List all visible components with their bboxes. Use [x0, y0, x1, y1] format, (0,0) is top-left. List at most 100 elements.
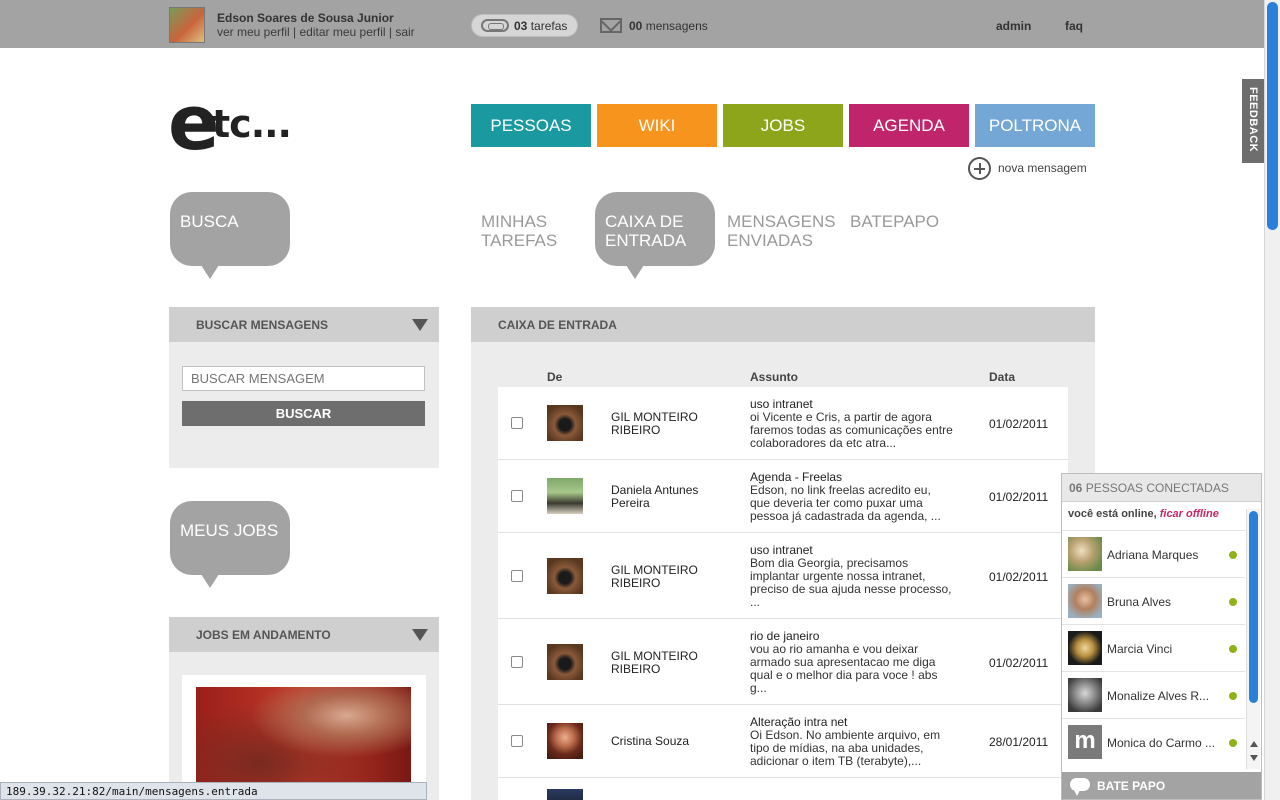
contact-name: Monica do Carmo ... — [1107, 736, 1216, 750]
preview-line: qual e o melhor dia para voce ! abs — [750, 668, 938, 682]
sender-avatar[interactable] — [547, 478, 583, 514]
sender-avatar[interactable] — [547, 405, 583, 441]
contact-item[interactable]: Bruna Alves — [1062, 577, 1245, 624]
contact-avatar — [1068, 584, 1102, 618]
table-row[interactable]: Daniela Antunes Pereira Agenda - Freelas… — [498, 460, 1068, 533]
tab-caixa-de-entrada-label: CAIXA DE ENTRADA — [605, 212, 686, 250]
message-list: GIL MONTEIRO RIBEIRO uso intranet oi Vic… — [498, 387, 1068, 800]
page-scrollbar[interactable] — [1264, 0, 1280, 800]
search-button[interactable]: BUSCAR — [182, 401, 425, 426]
chat-status: você está online, ficar offline — [1068, 508, 1219, 520]
search-panel-header[interactable]: BUSCAR MENSAGENS — [169, 307, 439, 342]
message-date: 28/01/2011 — [989, 735, 1049, 749]
messages-count: 00 — [629, 19, 643, 33]
nav-wiki[interactable]: WIKI — [597, 104, 717, 147]
faq-link[interactable]: faq — [1065, 19, 1083, 33]
tab-caixa-de-entrada[interactable]: CAIXA DE ENTRADA — [595, 192, 715, 279]
row-checkbox[interactable] — [511, 417, 523, 429]
sender-avatar[interactable] — [547, 723, 583, 759]
jobs-panel-header[interactable]: JOBS EM ANDAMENTO — [169, 617, 439, 652]
admin-link[interactable]: admin — [996, 19, 1031, 33]
row-checkbox[interactable] — [511, 570, 523, 582]
tab-batepapo[interactable]: BATEPAPO — [850, 212, 939, 231]
online-dot-icon — [1229, 692, 1237, 700]
link-sair[interactable]: sair — [395, 25, 414, 39]
contact-name: Bruna Alves — [1107, 595, 1172, 609]
collapse-triangle-icon[interactable] — [412, 629, 428, 641]
user-links: ver meu perfil | editar meu perfil | sai… — [217, 25, 415, 39]
message-subject[interactable]: Alteração intra net Oi Edson. No ambient… — [750, 716, 975, 768]
envelope-icon[interactable] — [600, 18, 622, 33]
collapse-triangle-icon[interactable] — [412, 319, 428, 331]
table-row[interactable]: GIL MONTEIRO RIBEIRO rio de janeiro vou … — [498, 619, 1068, 705]
page-scrollbar-thumb[interactable] — [1267, 2, 1278, 230]
user-name: Edson Soares de Sousa Junior — [217, 11, 394, 25]
contact-avatar — [1068, 678, 1102, 712]
scroll-down-arrow-icon[interactable] — [1250, 755, 1258, 761]
column-header-date[interactable]: Data — [989, 370, 1015, 384]
chat-scrollbar[interactable] — [1246, 509, 1260, 769]
link-ver-perfil[interactable]: ver meu perfil — [217, 25, 290, 39]
sender-avatar[interactable] — [547, 789, 583, 800]
search-input[interactable] — [182, 366, 425, 391]
online-dot-icon — [1229, 645, 1237, 653]
feedback-tab[interactable]: FEEDBACK — [1242, 79, 1264, 163]
messages-link[interactable]: 00 mensagens — [629, 19, 708, 33]
preview-line: ... — [750, 595, 761, 609]
message-date: 01/02/2011 — [989, 417, 1049, 431]
tab-minhas-tarefas[interactable]: MINHAS TAREFAS — [481, 212, 557, 250]
nav-poltrona[interactable]: POLTRONA — [975, 104, 1095, 147]
column-header-subject[interactable]: Assunto — [750, 370, 798, 384]
chat-header[interactable]: 06 PESSOAS CONECTADAS — [1062, 474, 1261, 502]
preview-line: pessoa já cadastrada da agenda, ... — [750, 509, 941, 523]
feedback-label: FEEDBACK — [1247, 87, 1259, 153]
tab-mensagens-enviadas[interactable]: MENSAGENS ENVIADAS — [727, 212, 836, 250]
row-checkbox[interactable] — [511, 490, 523, 502]
messages-label: mensagens — [645, 19, 708, 33]
nav-agenda[interactable]: AGENDA — [849, 104, 969, 147]
contact-item[interactable]: m Monica do Carmo ... — [1062, 718, 1245, 765]
sender-avatar[interactable] — [547, 558, 583, 594]
message-subject[interactable]: Agenda - Freelas Edson, no link freelas … — [750, 471, 975, 523]
contact-item[interactable]: Adriana Marques — [1062, 530, 1245, 577]
tab-caixa-line2: ENTRADA — [605, 231, 687, 250]
jobs-panel-title: JOBS EM ANDAMENTO — [196, 628, 331, 642]
message-subject[interactable]: rio de janeiro vou ao rio amanha e vou d… — [750, 630, 975, 695]
user-avatar[interactable] — [169, 7, 205, 43]
chat-scrollbar-thumb[interactable] — [1249, 511, 1258, 703]
sender-avatar[interactable] — [547, 644, 583, 680]
logo-e: e — [168, 78, 220, 167]
message-date: 01/02/2011 — [989, 656, 1049, 670]
row-checkbox[interactable] — [511, 656, 523, 668]
link-separator: | — [289, 25, 300, 39]
go-offline-link[interactable]: ficar offline — [1160, 508, 1219, 520]
contact-item[interactable]: Marcia Vinci — [1062, 624, 1245, 671]
tasks-button[interactable]: 03 tarefas — [471, 14, 578, 37]
message-date: 01/02/2011 — [989, 570, 1049, 584]
sender-name-line: RIBEIRO — [611, 662, 661, 676]
message-subject[interactable]: uso intranet oi Vicente e Cris, a partir… — [750, 398, 975, 450]
meus-jobs-bubble[interactable]: MEUS JOBS — [170, 501, 290, 588]
paperclip-icon — [481, 19, 509, 32]
table-row[interactable]: Cristina Souza Alteração intra net Oi Ed… — [498, 705, 1068, 778]
sender-name-line: RIBEIRO — [611, 423, 661, 437]
scroll-up-arrow-icon[interactable] — [1250, 741, 1258, 747]
online-dot-icon — [1229, 739, 1237, 747]
tab-minhas-tarefas-line2: TAREFAS — [481, 231, 558, 250]
link-editar-perfil[interactable]: editar meu perfil — [300, 25, 386, 39]
message-subject[interactable]: uso intranet Bom dia Georgia, precisamos… — [750, 544, 975, 609]
chat-panel: 06 PESSOAS CONECTADAS você está online, … — [1061, 473, 1262, 800]
column-header-from[interactable]: De — [547, 370, 562, 384]
job-image[interactable] — [196, 687, 411, 782]
contact-item[interactable]: Monalize Alves R... — [1062, 671, 1245, 718]
busca-bubble[interactable]: BUSCA — [170, 192, 290, 279]
nav-jobs[interactable]: JOBS — [723, 104, 843, 147]
row-checkbox[interactable] — [511, 735, 523, 747]
nav-pessoas[interactable]: PESSOAS — [471, 104, 591, 147]
table-row[interactable]: GIL MONTEIRO RIBEIRO uso intranet oi Vic… — [498, 387, 1068, 460]
table-row[interactable]: GIL MONTEIRO RIBEIRO uso intranet Bom di… — [498, 533, 1068, 619]
sender-name: GIL MONTEIRO RIBEIRO — [611, 411, 721, 437]
tasks-count: 03 — [514, 19, 528, 33]
bate-papo-button[interactable]: BATE PAPO — [1062, 772, 1261, 799]
table-row[interactable] — [498, 778, 1068, 800]
